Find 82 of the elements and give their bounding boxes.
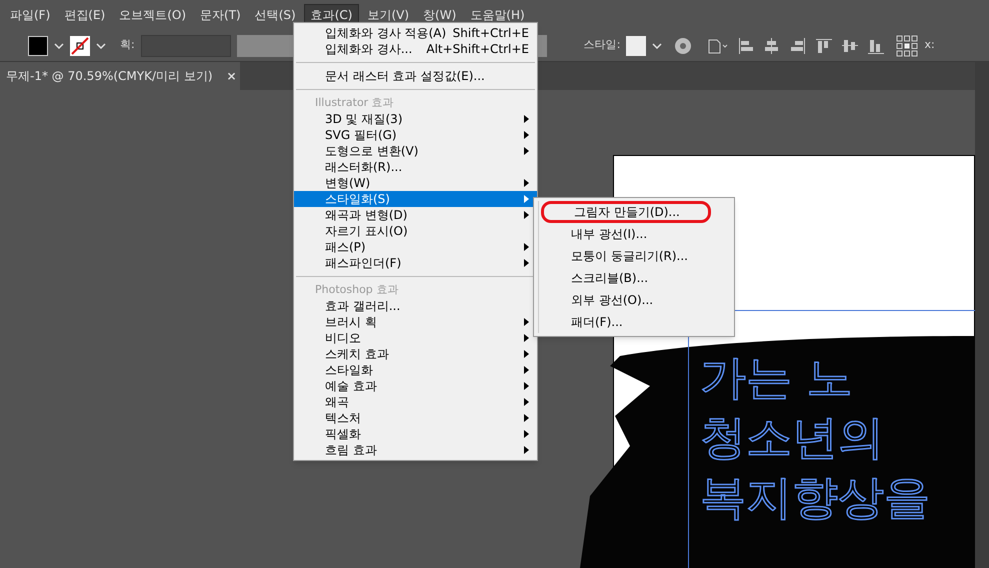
menu-bar-item[interactable]: 오브젝트(O): [113, 4, 192, 26]
submenu-item[interactable]: 그림자 만들기(D)...: [541, 201, 711, 223]
reference-point-icon[interactable]: [896, 34, 918, 56]
menu-item[interactable]: 스타일화(S): [294, 191, 537, 207]
menu-item-label: 자르기 표시(O): [325, 223, 409, 240]
close-tab-button[interactable]: ×: [226, 67, 237, 85]
menu-item-label: 효과 갤러리...: [325, 298, 402, 315]
menu-item-label: 패스(P): [325, 239, 367, 256]
menu-bar-item[interactable]: 파일(F): [4, 4, 56, 26]
menu-shortcut: Shift+Ctrl+E: [452, 25, 529, 42]
menu-item-label: 도형으로 변환(V): [325, 143, 420, 160]
menu-item[interactable]: 자르기 표시(O): [294, 223, 537, 239]
menu-item[interactable]: 브러시 획: [294, 314, 537, 330]
chevron-down-icon: [96, 42, 106, 48]
menu-item[interactable]: 효과 갤러리...: [294, 298, 537, 314]
menu-item[interactable]: 문서 래스터 효과 설정값(E)...: [294, 68, 537, 84]
submenu-item[interactable]: 패더(F)...: [541, 311, 651, 333]
menu-item-label: 흐림 효과: [325, 442, 378, 459]
document-icon[interactable]: [706, 36, 730, 54]
menu-shortcut: Alt+Shift+Ctrl+E: [426, 41, 529, 58]
submenu-item[interactable]: 스크리블(B)...: [541, 267, 676, 289]
menu-item[interactable]: 패스파인더(F): [294, 255, 537, 271]
submenu-item[interactable]: 모퉁이 둥글리기(R)...: [541, 245, 716, 267]
menu-item[interactable]: 변형(W): [294, 175, 537, 191]
menu-item[interactable]: 텍스처: [294, 410, 537, 426]
menu-item-label: 스타일화: [325, 362, 374, 379]
menu-item[interactable]: 흐림 효과: [294, 442, 537, 458]
document-title: 무제-1* @ 70.59%(CMYK/미리 보기): [6, 68, 213, 85]
document-tab[interactable]: 무제-1* @ 70.59%(CMYK/미리 보기) ×: [0, 62, 240, 90]
menu-item[interactable]: 왜곡과 변형(D): [294, 207, 537, 223]
chevron-down-icon: [652, 42, 662, 48]
menu-item[interactable]: 3D 및 재질(3): [294, 111, 537, 127]
menu-item-label: 브러시 획: [325, 314, 378, 331]
menu-item-label: 왜곡과 변형(D): [325, 207, 408, 224]
style-swatch[interactable]: [626, 36, 646, 56]
menu-item[interactable]: 픽셀화: [294, 426, 537, 442]
menu-item[interactable]: 입체화와 경사... Alt+Shift+Ctrl+E: [294, 41, 537, 57]
menu-item[interactable]: 입체화와 경사 적용(A) Shift+Ctrl+E: [294, 25, 537, 41]
menu-item[interactable]: 도형으로 변환(V): [294, 143, 537, 159]
menu-bar-item[interactable]: 선택(S): [248, 4, 302, 26]
menu-item-label: 텍스처: [325, 410, 362, 427]
menu-item[interactable]: 왜곡: [294, 394, 537, 410]
menu-item[interactable]: 스케치 효과: [294, 346, 537, 362]
menu-item[interactable]: 스타일화: [294, 362, 537, 378]
outlined-text: 청소년의: [700, 409, 885, 466]
menu-section-header: Illustrator 효과: [314, 95, 395, 111]
menu-item-label: 변형(W): [325, 175, 372, 192]
menu-item-label: 비디오: [325, 330, 362, 347]
submenu-item[interactable]: 외부 광선(O)...: [541, 289, 682, 311]
chevron-down-icon: [54, 42, 64, 48]
stroke-label: 획:: [120, 37, 135, 54]
menu-item-label: 왜곡: [325, 394, 350, 411]
outlined-text: 가는 노: [700, 349, 854, 406]
stroke-weight-field[interactable]: [140, 34, 231, 56]
x-label: x:: [924, 37, 935, 54]
style-label: 스타일:: [584, 37, 620, 54]
menu-item-label: 문서 래스터 효과 설정값(E)...: [325, 68, 486, 85]
no-stroke-swatch-icon[interactable]: [70, 36, 90, 56]
menu-item-label: 픽셀화: [325, 426, 362, 443]
menu-item-label: 스타일화(S): [325, 191, 391, 208]
menu-item-label: 입체화와 경사 적용(A): [325, 25, 448, 42]
menu-item-label: 스케치 효과: [325, 346, 390, 363]
menu-item-label: 래스터화(R)...: [325, 159, 404, 176]
menu-item[interactable]: 비디오: [294, 330, 537, 346]
menu-item[interactable]: SVG 필터(G): [294, 127, 537, 143]
menu-section-header: Photoshop 효과: [314, 282, 400, 298]
menu-item-label: 입체화와 경사...: [325, 41, 414, 58]
outlined-text: 복지향상을: [700, 469, 930, 526]
menu-bar-item[interactable]: 문자(T): [194, 4, 247, 26]
menu-item-label: 예술 효과: [325, 378, 378, 395]
menu-bar-item[interactable]: 창(W): [417, 4, 462, 26]
menu-item-label: 3D 및 재질(3): [325, 111, 404, 128]
menu-bar-item[interactable]: 편집(E): [58, 4, 112, 26]
menu-item-label: 패스파인더(F): [325, 255, 402, 272]
fill-swatch[interactable]: [28, 36, 48, 56]
menu-bar-item[interactable]: 도움말(H): [464, 4, 531, 26]
menu-item-label: SVG 필터(G): [325, 127, 398, 144]
menu-item[interactable]: 패스(P): [294, 239, 537, 255]
menu-item[interactable]: 래스터화(R)...: [294, 159, 537, 175]
menu-bar-item[interactable]: 보기(V): [361, 4, 416, 26]
menu-item[interactable]: 예술 효과: [294, 378, 537, 394]
submenu-item[interactable]: 내부 광선(I)...: [541, 223, 676, 245]
